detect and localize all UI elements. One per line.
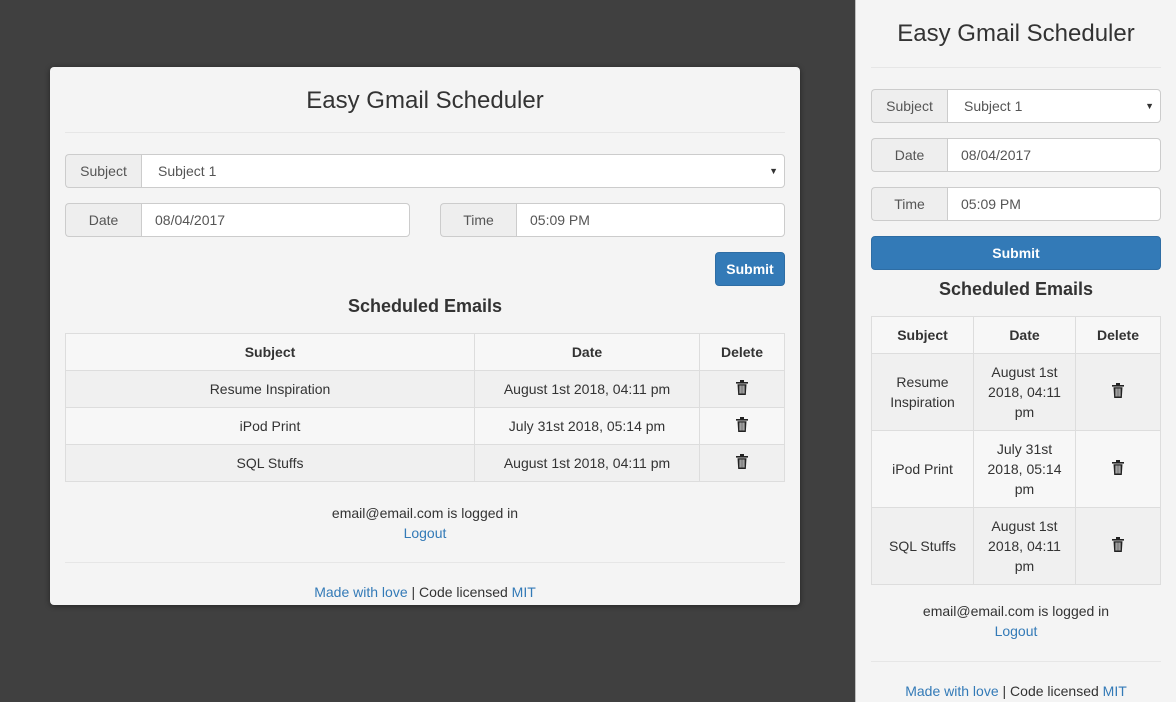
scheduled-emails-heading: Scheduled Emails	[347, 296, 503, 316]
table-row: Resume Inspiration August 1st 2018, 04:1…	[871, 353, 1161, 431]
row-subject: Resume Inspiration	[65, 370, 475, 408]
date-time-row: Date 08/04/2017 Time 05:09 PM	[65, 203, 785, 237]
desktop-app-panel: Easy Gmail Scheduler Subject Subject 1 ▼…	[50, 67, 800, 605]
row-date: August 1st 2018, 04:11 pm	[474, 370, 700, 408]
row-subject: SQL Stuffs	[871, 507, 974, 585]
submit-button[interactable]: Submit	[871, 236, 1161, 270]
row-date: August 1st 2018, 04:11 pm	[474, 444, 700, 482]
subject-select-value: Subject 1	[964, 98, 1023, 114]
row-subject: Resume Inspiration	[871, 353, 974, 431]
submit-button[interactable]: Submit	[715, 252, 785, 286]
logged-in-text: email@email.com is logged in	[331, 505, 519, 521]
license-link[interactable]: MIT	[512, 584, 536, 600]
date-label: Date	[65, 203, 141, 237]
delete-cell	[1075, 507, 1161, 585]
table-header-row: Subject Date Delete	[65, 333, 785, 371]
table-row: SQL Stuffs August 1st 2018, 04:11 pm	[65, 444, 785, 482]
date-input-group: Date 08/04/2017	[871, 138, 1161, 172]
subject-input-group: Subject Subject 1 ▼	[871, 89, 1161, 123]
trash-icon[interactable]	[736, 380, 748, 398]
table-header-row: Subject Date Delete	[871, 316, 1161, 354]
footer-divider	[65, 562, 785, 563]
subject-input-group: Subject Subject 1 ▼	[65, 154, 785, 188]
date-field[interactable]: 08/04/2017	[141, 203, 410, 237]
trash-icon[interactable]	[1112, 536, 1124, 557]
subject-select-value: Subject 1	[158, 163, 217, 179]
time-input-group: Time 05:09 PM	[440, 203, 785, 237]
table-row: iPod Print July 31st 2018, 05:14 pm	[871, 430, 1161, 508]
date-input-group: Date 08/04/2017	[65, 203, 410, 237]
delete-cell	[699, 407, 785, 445]
delete-cell	[699, 370, 785, 408]
row-subject: SQL Stuffs	[65, 444, 475, 482]
date-field[interactable]: 08/04/2017	[947, 138, 1161, 172]
table-row: iPod Print July 31st 2018, 05:14 pm	[65, 407, 785, 445]
row-date: August 1st 2018, 04:11 pm	[973, 353, 1076, 431]
made-with-love-link[interactable]: Made with love	[314, 584, 407, 600]
time-field[interactable]: 05:09 PM	[947, 187, 1161, 221]
license-link[interactable]: MIT	[1103, 683, 1127, 699]
subject-select[interactable]: Subject 1 ▼	[141, 154, 785, 188]
subject-label: Subject	[871, 89, 947, 123]
page-title: Easy Gmail Scheduler	[65, 67, 785, 133]
row-date: July 31st 2018, 05:14 pm	[973, 430, 1076, 508]
scheduled-emails-table: Subject Date Delete Resume Inspiration A…	[871, 316, 1161, 585]
footer: Made with love | Code licensed MIT	[65, 584, 785, 600]
delete-cell	[1075, 353, 1161, 431]
logout-link[interactable]: Logout	[404, 525, 447, 541]
subject-label: Subject	[65, 154, 141, 188]
trash-icon[interactable]	[736, 417, 748, 435]
logged-in-text: email@email.com is logged in	[922, 603, 1110, 619]
footer-license-text: | Code licensed	[407, 584, 512, 600]
footer: Made with love | Code licensed MIT	[871, 683, 1161, 699]
trash-icon[interactable]	[1112, 382, 1124, 403]
trash-icon[interactable]	[736, 454, 748, 472]
scheduled-emails-table: Subject Date Delete Resume Inspiration A…	[65, 333, 785, 482]
chevron-down-icon: ▼	[769, 166, 778, 176]
time-field[interactable]: 05:09 PM	[516, 203, 785, 237]
row-subject: iPod Print	[65, 407, 475, 445]
column-header-date: Date	[474, 333, 700, 371]
session-info: email@email.com is logged in Logout	[65, 503, 785, 543]
column-header-delete: Delete	[1075, 316, 1161, 354]
time-input-group: Time 05:09 PM	[871, 187, 1161, 221]
table-row: SQL Stuffs August 1st 2018, 04:11 pm	[871, 507, 1161, 585]
page-title: Easy Gmail Scheduler	[871, 0, 1161, 68]
table-row: Resume Inspiration August 1st 2018, 04:1…	[65, 370, 785, 408]
column-header-subject: Subject	[65, 333, 475, 371]
logout-link[interactable]: Logout	[995, 623, 1038, 639]
footer-license-text: | Code licensed	[998, 683, 1103, 699]
footer-divider	[871, 661, 1161, 662]
date-label: Date	[871, 138, 947, 172]
scheduled-emails-heading: Scheduled Emails	[938, 279, 1094, 299]
made-with-love-link[interactable]: Made with love	[905, 683, 998, 699]
column-header-subject: Subject	[871, 316, 974, 354]
column-header-delete: Delete	[699, 333, 785, 371]
row-date: July 31st 2018, 05:14 pm	[474, 407, 700, 445]
trash-icon[interactable]	[1112, 459, 1124, 480]
delete-cell	[699, 444, 785, 482]
session-info: email@email.com is logged in Logout	[871, 601, 1161, 641]
column-header-date: Date	[973, 316, 1076, 354]
chevron-down-icon: ▼	[1145, 101, 1154, 111]
subject-select[interactable]: Subject 1 ▼	[947, 89, 1161, 123]
row-subject: iPod Print	[871, 430, 974, 508]
delete-cell	[1075, 430, 1161, 508]
mobile-app-panel: Easy Gmail Scheduler Subject Subject 1 ▼…	[855, 0, 1176, 702]
row-date: August 1st 2018, 04:11 pm	[973, 507, 1076, 585]
time-label: Time	[871, 187, 947, 221]
submit-row: Submit	[65, 252, 785, 286]
time-label: Time	[440, 203, 516, 237]
